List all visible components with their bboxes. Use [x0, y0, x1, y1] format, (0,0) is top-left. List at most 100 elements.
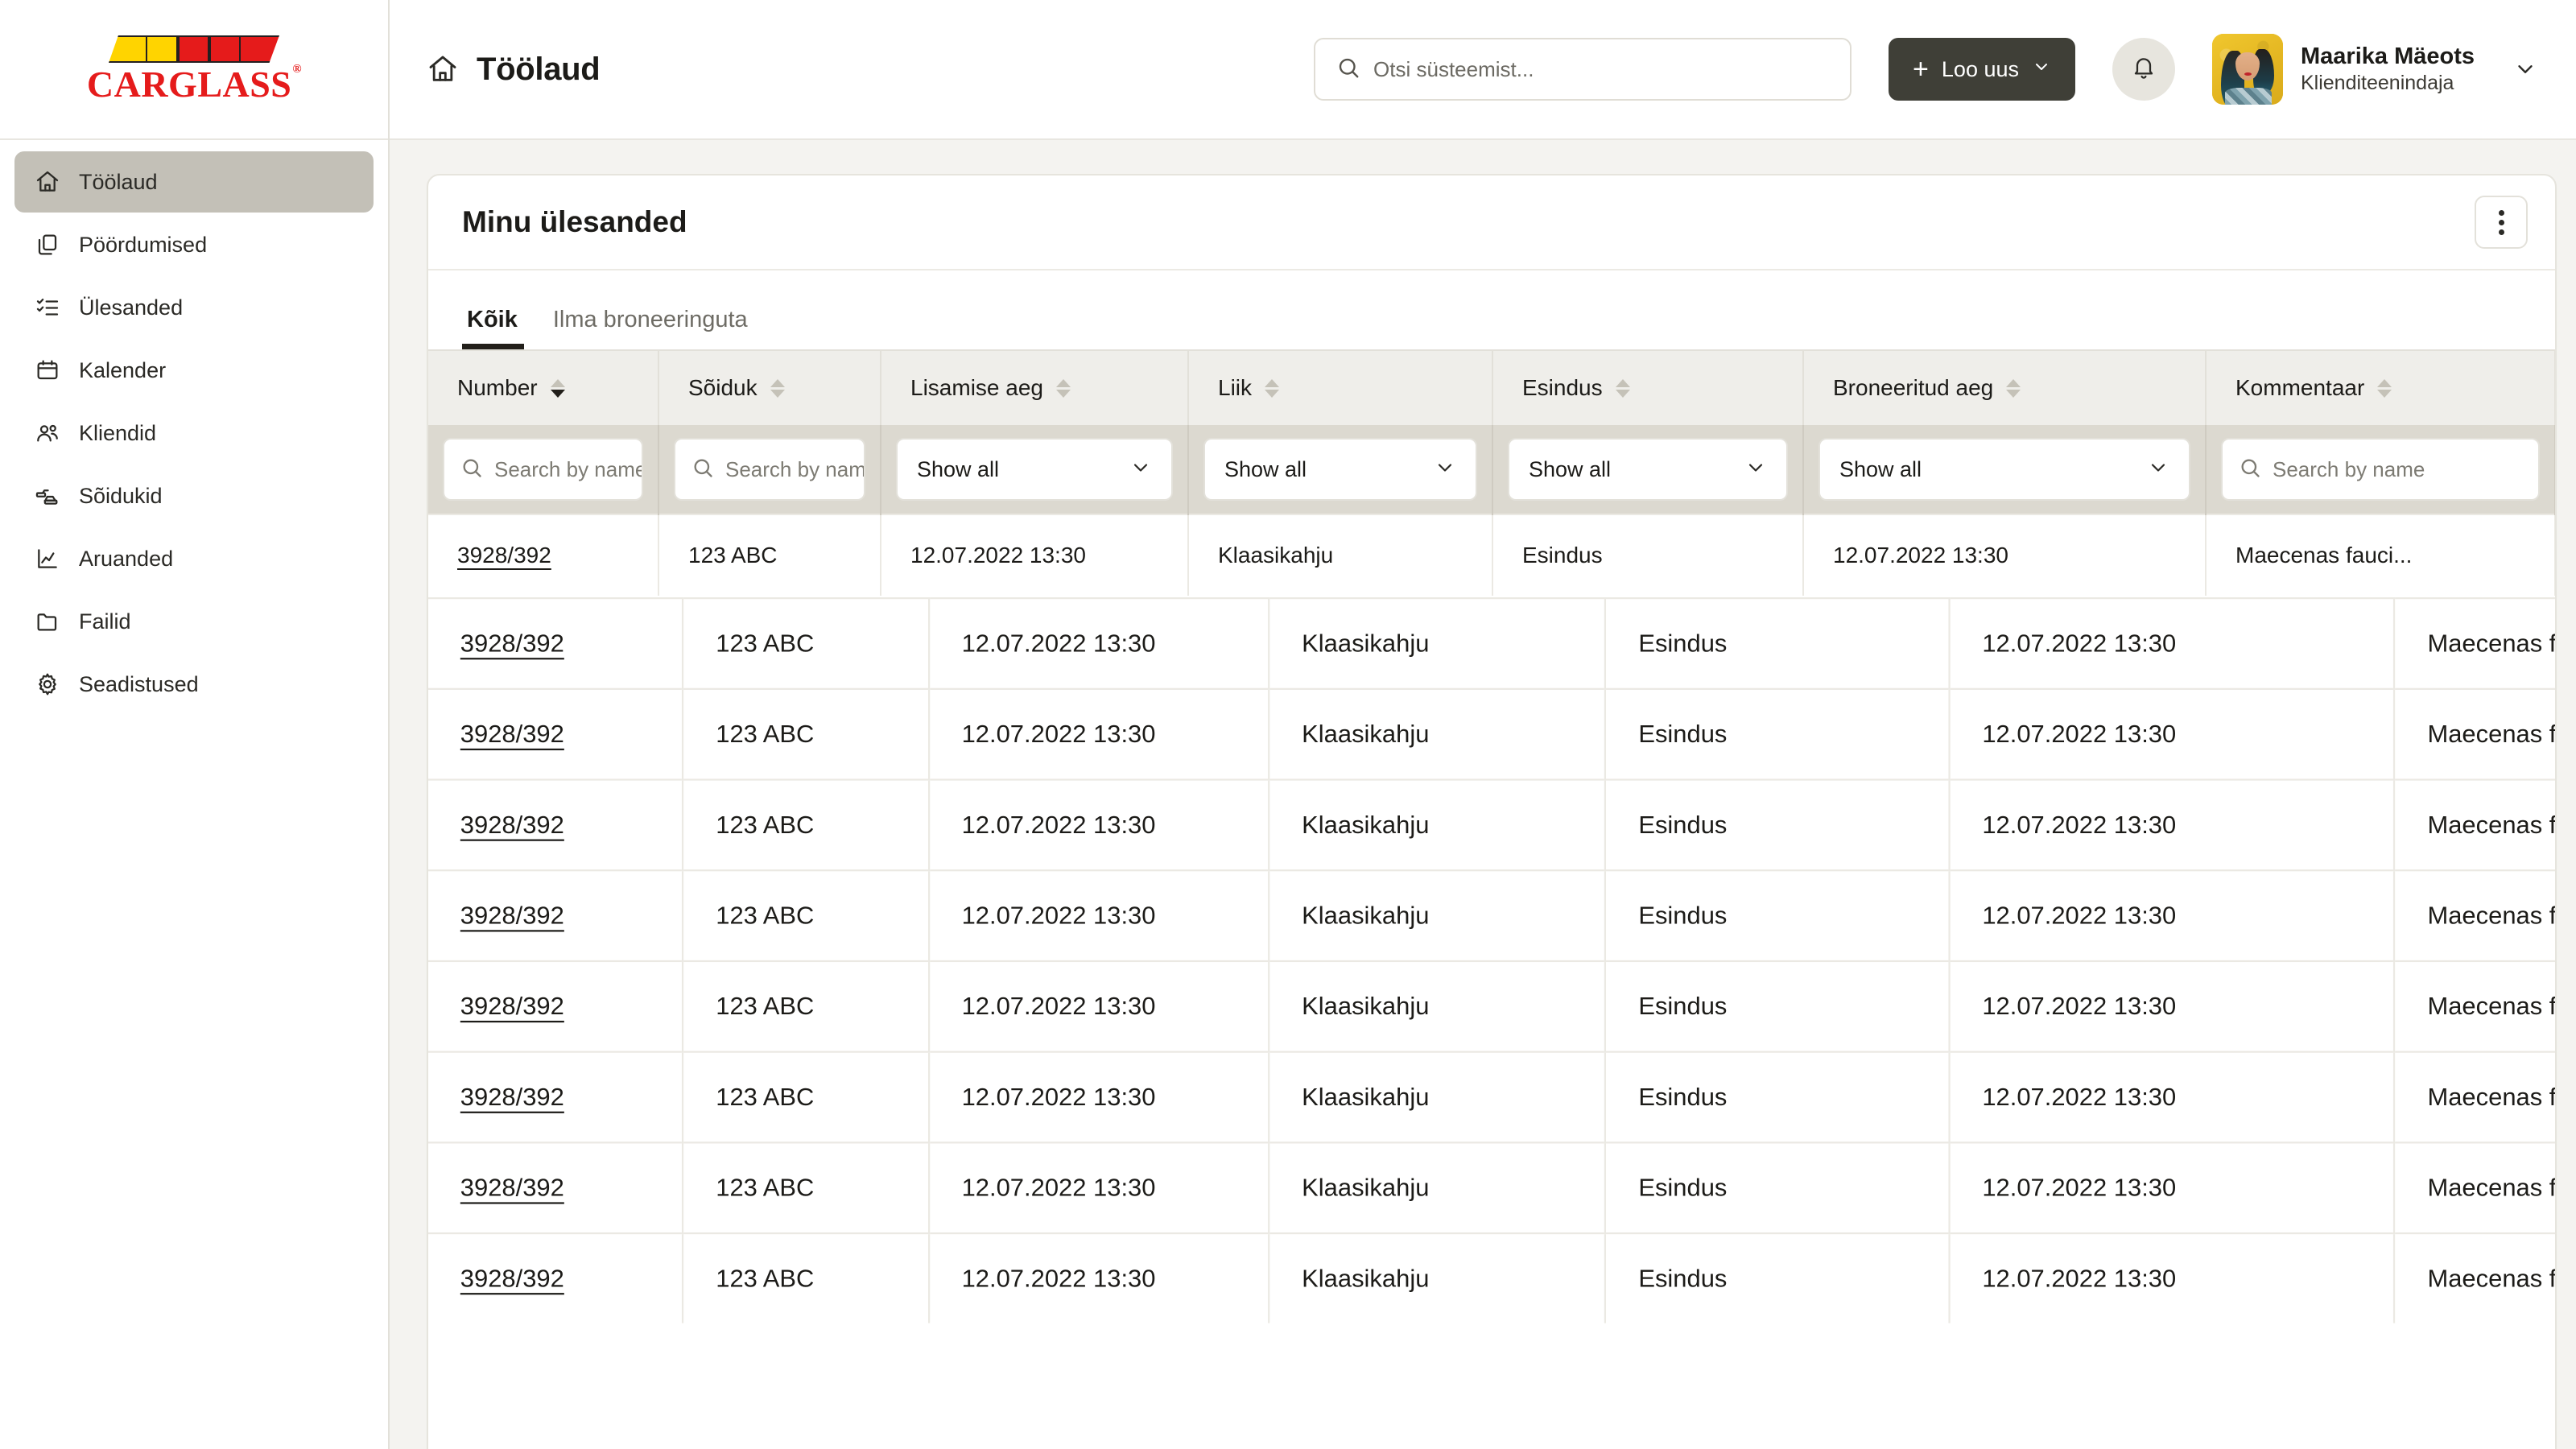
table-body-first: 3928/392 123 ABC 12.07.2022 13:30 Klaasikah… — [428, 514, 2555, 596]
create-new-button[interactable]: + Loo uus — [1889, 38, 2075, 101]
table-row[interactable]: 3928/392 123 ABC 12.07.2022 13:30 Klaasikah… — [428, 869, 2555, 961]
sort-toggle-icon[interactable] — [2006, 378, 2021, 398]
cell-added: 12.07.2022 13:30 — [928, 1051, 1270, 1143]
sort-toggle-icon[interactable] — [1265, 378, 1280, 398]
filter-select-5[interactable]: Show all — [1803, 425, 2207, 514]
cell-added: 12.07.2022 13:30 — [928, 1232, 1270, 1323]
column-header-number[interactable]: Number — [428, 349, 659, 425]
filter-selected-value: Show all — [917, 456, 1000, 481]
sidebar-item-failid[interactable]: Failid — [14, 591, 374, 652]
filter-select-2[interactable]: Show all — [881, 425, 1189, 514]
table-filter-row: Search by name Search by name Show all Show… — [428, 425, 2555, 514]
table-row[interactable]: 3928/392 123 ABC 12.07.2022 13:30 Klaasikah… — [428, 514, 2555, 596]
filter-search-0[interactable]: Search by name — [428, 425, 659, 514]
sidebar-item-aruanded[interactable]: Aruanded — [14, 528, 374, 589]
sidebar-item-seadistused[interactable]: Seadistused — [14, 654, 374, 715]
table-row[interactable]: 3928/392 123 ABC 12.07.2022 13:30 Klaasikah… — [428, 778, 2555, 871]
filter-search-input[interactable]: Search by name — [674, 438, 865, 501]
sidebar-item-kalender[interactable]: Kalender — [14, 340, 374, 401]
user-menu[interactable]: Maarika Mäeots Klienditeenindaja — [2212, 34, 2537, 105]
column-header-broneeritud-aeg[interactable]: Broneeritud aeg — [1803, 349, 2207, 425]
chart-icon — [34, 545, 61, 572]
users-icon — [34, 419, 61, 447]
cell-branch: Esindus — [1605, 597, 1951, 689]
cell-added: 12.07.2022 13:30 — [928, 869, 1270, 961]
filter-dropdown[interactable]: Show all — [1818, 438, 2190, 501]
task-number-link[interactable]: 3928/392 — [460, 1083, 564, 1110]
filter-select-3[interactable]: Show all — [1188, 425, 1493, 514]
cell-number: 3928/392 — [428, 1141, 684, 1234]
column-header-kommentaar[interactable]: Kommentaar — [2206, 349, 2555, 425]
chevron-down-icon[interactable] — [2513, 57, 2537, 81]
chevron-down-icon — [2147, 456, 2169, 483]
main-area: Töölaud + Loo uus — [390, 0, 2576, 1449]
task-number-link[interactable]: 3928/392 — [460, 1265, 564, 1292]
filter-search-6[interactable]: Search by name — [2206, 425, 2555, 514]
table-row[interactable]: 3928/392 123 ABC 12.07.2022 13:30 Klaasikah… — [428, 687, 2555, 780]
sidebar-item-s-idukid[interactable]: Sõidukid — [14, 465, 374, 526]
sort-toggle-icon[interactable] — [1615, 378, 1630, 398]
filter-search-input[interactable]: Search by name — [443, 438, 643, 501]
cell-booked: 12.07.2022 13:30 — [1949, 1232, 2396, 1323]
brand-name: CARGLASS — [86, 64, 292, 105]
carglass-mark-icon — [108, 35, 279, 63]
chevron-down-icon — [1744, 456, 1767, 483]
table-row[interactable]: 3928/392 123 ABC 12.07.2022 13:30 Klaasikah… — [428, 1051, 2555, 1143]
sort-toggle-icon[interactable] — [770, 378, 785, 398]
cell-number: 3928/392 — [428, 960, 684, 1052]
cell-vehicle: 123 ABC — [683, 869, 930, 961]
column-header-esindus[interactable]: Esindus — [1492, 349, 1804, 425]
sidebar-item-p-rdumised[interactable]: Pöördumised — [14, 214, 374, 275]
task-number-link[interactable]: 3928/392 — [460, 811, 564, 838]
chevron-down-icon — [1434, 456, 1456, 483]
column-header-lisamise-aeg[interactable]: Lisamise aeg — [881, 349, 1189, 425]
filter-dropdown[interactable]: Show all — [896, 438, 1173, 501]
filter-select-4[interactable]: Show all — [1492, 425, 1804, 514]
cell-type: Klaasikahju — [1269, 597, 1607, 689]
tab-k-ik[interactable]: Kõik — [462, 307, 535, 349]
column-header-label: Esindus — [1522, 375, 1603, 400]
cell-added: 12.07.2022 13:30 — [881, 514, 1189, 596]
sidebar-item-kliendid[interactable]: Kliendid — [14, 402, 374, 464]
brand-logo[interactable]: CARGLASS® — [0, 0, 388, 140]
task-number-link[interactable]: 3928/392 — [457, 543, 551, 568]
global-search[interactable] — [1314, 38, 1852, 101]
sort-toggle-icon[interactable] — [2377, 378, 2392, 398]
cell-branch: Esindus — [1605, 1141, 1951, 1234]
cell-comment: Maecenas fauci... — [2394, 778, 2555, 871]
cell-comment: Maecenas fauci... — [2394, 1232, 2555, 1323]
kebab-vertical-icon[interactable] — [2475, 196, 2528, 249]
notifications-button[interactable] — [2112, 38, 2175, 101]
table-row[interactable]: 3928/392 123 ABC 12.07.2022 13:30 Klaasikah… — [428, 1141, 2555, 1234]
filter-dropdown[interactable]: Show all — [1508, 438, 1788, 501]
filter-search-1[interactable]: Search by name — [658, 425, 881, 514]
task-number-link[interactable]: 3928/392 — [460, 630, 564, 657]
filter-search-input[interactable]: Search by name — [2221, 438, 2540, 501]
cell-type: Klaasikahju — [1269, 960, 1607, 1052]
column-header-label: Number — [457, 375, 538, 400]
task-number-link[interactable]: 3928/392 — [460, 902, 564, 929]
sidebar-item-t-laud[interactable]: Töölaud — [14, 151, 374, 213]
search-icon — [1336, 56, 1360, 84]
sidebar-item--lesanded[interactable]: Ülesanded — [14, 277, 374, 338]
sidebar-item-label: Seadistused — [79, 671, 199, 696]
filter-dropdown[interactable]: Show all — [1203, 438, 1477, 501]
cell-comment: Maecenas fauci... — [2394, 687, 2555, 780]
cell-number: 3928/392 — [428, 778, 684, 871]
search-input[interactable] — [1373, 56, 1830, 82]
tab-ilma-broneeringuta[interactable]: Ilma broneeringuta — [535, 307, 766, 349]
tasks-card: Minu ülesanded Kõik Ilma broneeringuta Nu… — [427, 174, 2557, 1449]
table-row[interactable]: 3928/392 123 ABC 12.07.2022 13:30 Klaasikah… — [428, 597, 2555, 689]
table-row[interactable]: 3928/392 123 ABC 12.07.2022 13:30 Klaasikah… — [428, 960, 2555, 1052]
search-icon — [691, 456, 714, 483]
sort-toggle-icon[interactable] — [1055, 378, 1071, 398]
task-number-link[interactable]: 3928/392 — [460, 993, 564, 1020]
column-header-s-iduk[interactable]: Sõiduk — [658, 349, 881, 425]
task-number-link[interactable]: 3928/392 — [460, 1174, 564, 1201]
sidebar-nav: Töölaud Pöördumised Ülesanded Kalender Klien… — [0, 140, 388, 715]
column-header-label: Broneeritud aeg — [1833, 375, 1994, 400]
task-number-link[interactable]: 3928/392 — [460, 720, 564, 747]
column-header-liik[interactable]: Liik — [1188, 349, 1493, 425]
table-row[interactable]: 3928/392 123 ABC 12.07.2022 13:30 Klaasikah… — [428, 1232, 2555, 1323]
sort-toggle-icon[interactable] — [550, 378, 565, 398]
